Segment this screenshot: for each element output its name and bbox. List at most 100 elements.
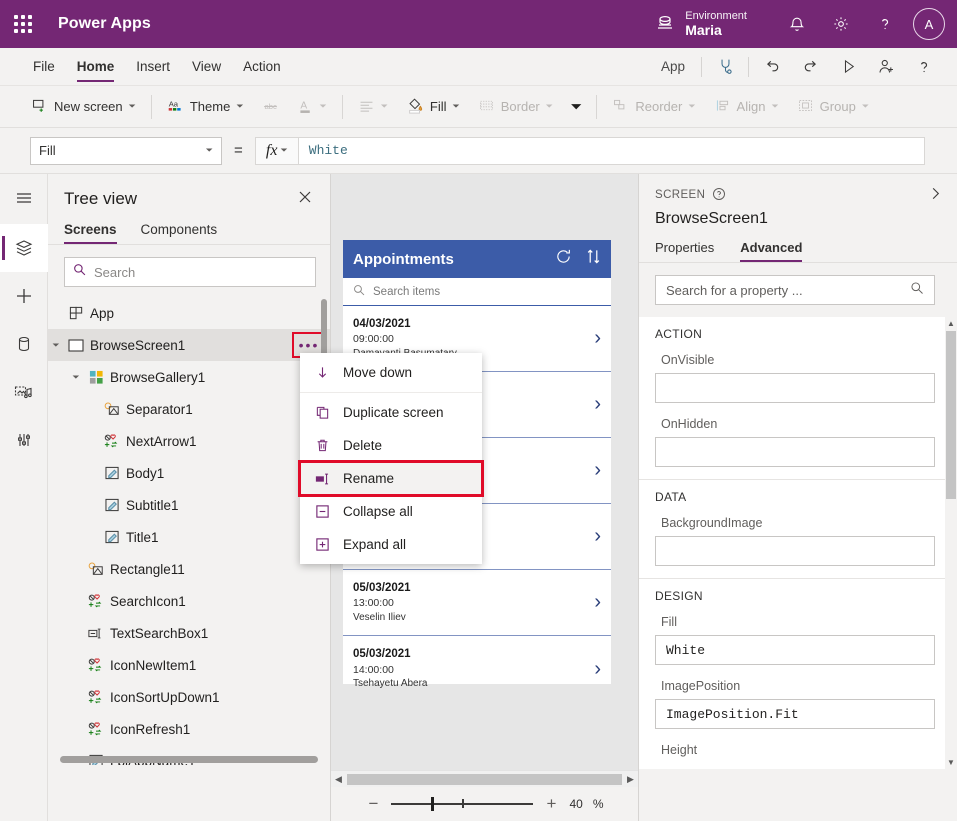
tree-item-subtitle1[interactable]: Subtitle1 [48, 489, 330, 521]
property-search-input[interactable]: Search for a property ... [655, 275, 935, 305]
property-input-onhidden[interactable] [655, 437, 935, 467]
share-user-icon[interactable] [867, 48, 905, 86]
tree-item-textsearchbox1[interactable]: TextSearchBox1 [48, 617, 330, 649]
tree-item-nextarrow1[interactable]: NextArrow1 [48, 425, 330, 457]
scroll-up-icon[interactable]: ▲ [947, 317, 955, 330]
context-menu-item-duplicate-screen[interactable]: Duplicate screen [300, 396, 482, 429]
context-menu-item-expand-all[interactable]: Expand all [300, 528, 482, 561]
menu-item-file[interactable]: File [22, 48, 66, 86]
tree-item-iconsortupdown1[interactable]: IconSortUpDown1 [48, 681, 330, 713]
chevron-right-icon[interactable]: › [594, 459, 601, 482]
close-icon[interactable] [294, 188, 316, 210]
tree-item-rectangle11[interactable]: Rectangle11 [48, 553, 330, 585]
question-icon[interactable] [863, 0, 907, 48]
context-menu-item-collapse-all[interactable]: Collapse all [300, 495, 482, 528]
app-checker-icon[interactable] [706, 48, 744, 86]
gallery-item-date: 05/03/2021 [353, 581, 411, 597]
tree-view-panel: Tree view Screens Components Search [48, 174, 331, 821]
avatar[interactable]: A [913, 8, 945, 40]
undo-icon[interactable] [753, 48, 791, 86]
chevron-right-icon[interactable]: › [594, 327, 601, 350]
gallery-item[interactable]: 05/03/2021 14:00:00 Tsehayetu Abera › [343, 636, 611, 702]
fill-button[interactable]: Fill ⏷ [397, 92, 469, 122]
property-selector[interactable]: Fill ⏷ [30, 137, 222, 165]
insert-icon[interactable] [0, 272, 48, 320]
theme-button[interactable]: Aa Theme ⏷ [158, 92, 253, 122]
scrollbar-thumb[interactable] [347, 774, 622, 785]
zoom-value: 40 [569, 797, 582, 811]
scroll-down-icon[interactable]: ▼ [947, 756, 955, 769]
properties-panel-header: SCREEN BrowseScreen1 [639, 174, 957, 228]
play-preview-icon[interactable] [829, 48, 867, 86]
property-input-onvisible[interactable] [655, 373, 935, 403]
property-value: ImagePosition.Fit [666, 707, 799, 722]
scroll-left-icon[interactable]: ◀ [331, 774, 346, 785]
tree-horizontal-scrollbar[interactable] [60, 756, 318, 763]
refresh-icon[interactable] [555, 248, 572, 270]
tree-item-app[interactable]: App [48, 297, 330, 329]
gallery-item-time: 13:00:00 [353, 596, 411, 610]
tree-item-iconrefresh1[interactable]: IconRefresh1 [48, 713, 330, 745]
tab-properties[interactable]: Properties [655, 240, 716, 262]
menu-item-action[interactable]: Action [232, 48, 292, 86]
app-launcher-icon[interactable] [0, 15, 46, 33]
zoom-out-button[interactable]: − [365, 794, 381, 814]
chevron-right-icon[interactable] [928, 186, 943, 204]
tree-item-title1[interactable]: Title1 [48, 521, 330, 553]
new-screen-button[interactable]: New screen ⏷ [22, 92, 145, 122]
gallery-search-box[interactable]: Search items [343, 278, 611, 306]
tree-item-browsegallery1[interactable]: ⏷ BrowseGallery1 [48, 361, 330, 393]
tab-components[interactable]: Components [141, 222, 222, 244]
tree-item-iconnewitem1[interactable]: IconNewItem1 [48, 649, 330, 681]
bell-icon[interactable] [775, 0, 819, 48]
scroll-right-icon[interactable]: ▶ [623, 774, 638, 785]
chevron-right-icon[interactable]: › [594, 658, 601, 681]
zoom-slider-thumb[interactable] [431, 797, 434, 811]
chevron-right-icon[interactable]: › [594, 393, 601, 416]
tree-item-separator1[interactable]: Separator1 [48, 393, 330, 425]
app-menu-button[interactable]: App [649, 59, 697, 74]
tree-item-body1[interactable]: Body1 [48, 457, 330, 489]
chevron-right-icon[interactable]: › [594, 591, 601, 614]
context-menu-item-delete[interactable]: Delete [300, 429, 482, 462]
formula-value: White [309, 143, 348, 158]
search-input[interactable]: Search [64, 257, 316, 287]
question-circle-icon[interactable] [712, 187, 726, 204]
zoom-slider[interactable] [391, 796, 533, 812]
property-input-backgroundimage[interactable] [655, 536, 935, 566]
scrollbar-thumb[interactable] [946, 331, 956, 499]
redo-icon[interactable] [791, 48, 829, 86]
gear-icon[interactable] [819, 0, 863, 48]
gallery-item[interactable]: 05/03/2021 13:00:00 Veselin Iliev › [343, 570, 611, 636]
menu-item-home[interactable]: Home [66, 48, 126, 86]
media-icon[interactable] [0, 368, 48, 416]
menu-label: Action [243, 59, 281, 74]
hamburger-menu-icon[interactable] [0, 174, 48, 222]
menu-item-view[interactable]: View [181, 48, 232, 86]
menu-item-insert[interactable]: Insert [125, 48, 181, 86]
ribbon-more-button[interactable]: ⏷ [562, 92, 590, 122]
chevron-down-icon[interactable]: ⏷ [48, 340, 64, 351]
properties-vertical-scrollbar[interactable]: ▲ ▼ [945, 317, 957, 769]
zoom-in-button[interactable]: + [543, 794, 559, 814]
tab-advanced[interactable]: Advanced [740, 240, 804, 262]
advanced-tools-icon[interactable] [0, 416, 48, 464]
tree-item-browsescreen1[interactable]: ⏷ BrowseScreen1 ••• [48, 329, 330, 361]
canvas-horizontal-scrollbar[interactable]: ◀ ▶ [331, 770, 638, 787]
context-menu-item-rename[interactable]: Rename [300, 462, 482, 495]
tab-screens[interactable]: Screens [64, 222, 121, 244]
chevron-down-icon[interactable]: ⏷ [68, 372, 84, 383]
property-input-imageposition[interactable]: ImagePosition.Fit [655, 699, 935, 729]
environment-picker[interactable]: Environment Maria [655, 10, 747, 39]
property-input-fill[interactable]: White [655, 635, 935, 665]
tree-item-searchicon1[interactable]: SearchIcon1 [48, 585, 330, 617]
formula-input[interactable]: White [299, 137, 925, 165]
sort-updown-icon[interactable] [586, 248, 601, 270]
gallery-icon [84, 370, 108, 385]
fx-button[interactable]: fx ⏷ [255, 137, 299, 165]
chevron-right-icon[interactable]: › [594, 525, 601, 548]
question-icon[interactable] [905, 48, 943, 86]
data-icon[interactable] [0, 320, 48, 368]
context-menu-item-move-down[interactable]: Move down [300, 356, 482, 389]
tree-view-icon[interactable] [0, 224, 48, 272]
